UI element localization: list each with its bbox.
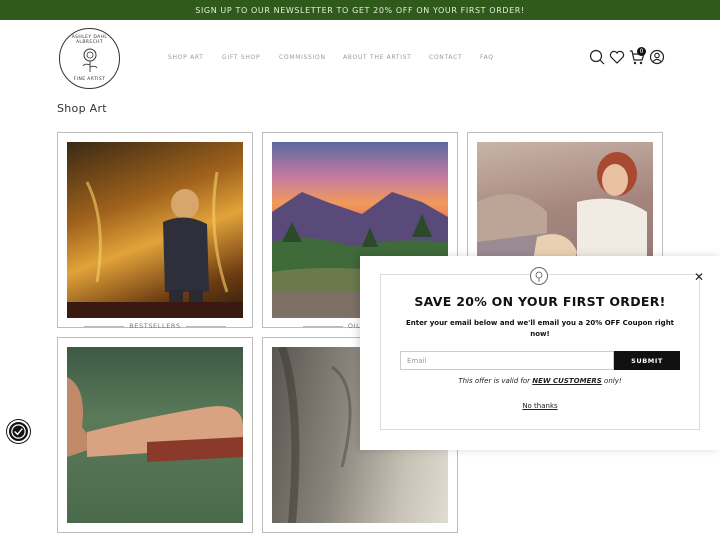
- cart-count-badge: 0: [637, 47, 646, 56]
- site-logo[interactable]: ASHLEY DAHL ALBRECHT FINE ARTIST: [59, 28, 120, 89]
- accessibility-icon: [11, 424, 26, 439]
- nav-gift-shop[interactable]: GIFT SHOP: [222, 54, 260, 61]
- logo-top-text: ASHLEY DAHL ALBRECHT: [71, 35, 108, 45]
- search-icon[interactable]: [589, 49, 605, 65]
- accessibility-button[interactable]: [7, 420, 30, 443]
- account-icon[interactable]: [649, 49, 665, 65]
- header-icons: [589, 49, 669, 69]
- popup-title: SAVE 20% ON YOUR FIRST ORDER!: [414, 294, 666, 309]
- offer-prefix: This offer is valid for: [458, 377, 533, 385]
- heart-icon[interactable]: [609, 49, 625, 65]
- offer-suffix: only!: [601, 377, 622, 385]
- divider: [185, 325, 226, 327]
- nav-contact[interactable]: CONTACT: [429, 54, 462, 61]
- page-title: Shop Art: [57, 102, 107, 115]
- popup-description: Enter your email below and we'll email y…: [405, 319, 675, 338]
- flower-logo-icon: [82, 48, 97, 72]
- popup-logo-icon: [530, 267, 548, 285]
- figure-painting-icon: [67, 347, 243, 523]
- caption-text: BESTSELLERS: [129, 322, 181, 330]
- no-thanks-link[interactable]: No thanks: [360, 402, 720, 410]
- nav-shop-art[interactable]: SHOP ART: [168, 54, 204, 61]
- email-field[interactable]: Email: [400, 351, 614, 370]
- divider: [302, 325, 343, 327]
- announcement-text: SIGN UP TO OUR NEWSLETTER TO GET 20% OFF…: [195, 5, 525, 15]
- child-window-painting-icon: [67, 142, 243, 318]
- newsletter-popup: ✕ SAVE 20% ON YOUR FIRST ORDER! Enter yo…: [360, 256, 720, 450]
- offer-emphasis: NEW CUSTOMERS: [532, 377, 602, 385]
- offer-text: This offer is valid for NEW CUSTOMERS on…: [360, 377, 720, 385]
- close-icon[interactable]: ✕: [694, 270, 704, 284]
- divider: [84, 325, 125, 327]
- card-caption: BESTSELLERS: [58, 321, 252, 331]
- submit-button[interactable]: SUBMIT: [614, 351, 680, 370]
- product-card[interactable]: [57, 337, 253, 533]
- logo-bottom-text: FINE ARTIST: [73, 77, 106, 82]
- product-card[interactable]: BESTSELLERS: [57, 132, 253, 331]
- nav-faq[interactable]: FAQ: [480, 54, 494, 61]
- announcement-bar[interactable]: SIGN UP TO OUR NEWSLETTER TO GET 20% OFF…: [0, 0, 720, 20]
- nav-commission[interactable]: COMMISSION: [279, 54, 326, 61]
- nav-about-the-artist[interactable]: ABOUT THE ARTIST: [343, 54, 412, 61]
